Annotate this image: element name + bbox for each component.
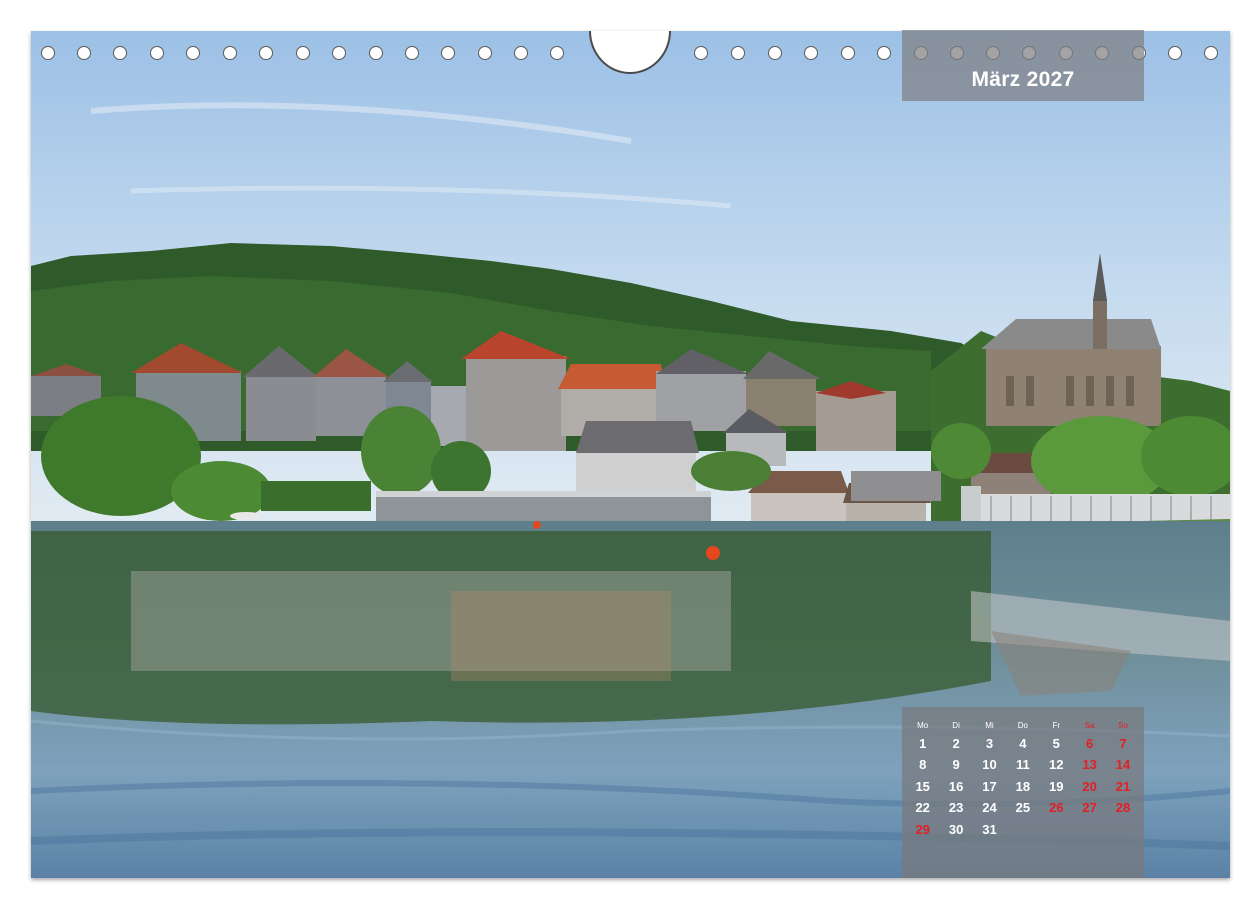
calendar-day: 24 <box>982 800 997 816</box>
binding-hole <box>731 46 745 60</box>
binding-hole <box>694 46 708 60</box>
binding-hole <box>296 46 310 60</box>
binding-hole <box>478 46 492 60</box>
calendar-day: 12 <box>1049 757 1064 773</box>
calendar-grid: Mo Di Mi Do Fr Sa So 1 2 3 4 5 6 7 8 9 10 11 12 13 14 15 16 17 1… <box>906 721 1140 840</box>
calendar-day: 16 <box>948 778 964 794</box>
calendar-day: 30 <box>948 821 964 837</box>
weekday-label: Mo <box>917 721 929 730</box>
calendar-day: 26 <box>1049 800 1064 816</box>
calendar-day: 20 <box>1082 778 1097 794</box>
calendar-day: 11 <box>1015 757 1030 773</box>
calendar-day: 31 <box>982 821 997 837</box>
calendar-day: 14 <box>1115 757 1131 773</box>
binding-hole <box>223 46 237 60</box>
calendar-empty-cell <box>1040 819 1073 840</box>
weekday-label: Do <box>1017 721 1028 730</box>
calendar-day: 5 <box>1052 736 1060 751</box>
calendar-day: 2 <box>952 736 960 751</box>
binding-hole <box>804 46 818 60</box>
calendar-day: 10 <box>982 757 997 773</box>
calendar-day: 8 <box>919 757 927 773</box>
binding-hole <box>369 46 383 60</box>
month-title: März 2027 <box>971 68 1075 91</box>
calendar-day: 15 <box>915 778 930 794</box>
binding-hole <box>405 46 419 60</box>
binding-hole <box>441 46 455 60</box>
binding-hole <box>841 46 855 60</box>
calendar-empty-cell <box>1106 819 1139 840</box>
calendar-day: 25 <box>1015 800 1031 816</box>
binding-hole <box>186 46 200 60</box>
calendar-day: 22 <box>915 800 930 816</box>
calendar-empty-cell <box>1006 819 1039 840</box>
calendar-day: 23 <box>948 800 964 816</box>
calendar-day: 19 <box>1049 778 1064 794</box>
calendar-day: 7 <box>1119 736 1127 751</box>
calendar-day: 1 <box>919 736 927 751</box>
weekday-label: Fr <box>1052 721 1061 730</box>
binding-hole <box>550 46 564 60</box>
calendar-day: 17 <box>982 778 997 794</box>
weekday-label: So <box>1118 721 1128 730</box>
month-header-panel: März 2027 <box>902 30 1144 101</box>
month-calendar-panel: Mo Di Mi Do Fr Sa So 1 2 3 4 5 6 7 8 9 10 11 12 13 14 15 16 17 1… <box>902 707 1144 878</box>
calendar-empty-cell <box>1073 819 1106 840</box>
binding-hole <box>768 46 782 60</box>
calendar-day: 4 <box>1019 736 1027 751</box>
calendar-day: 29 <box>915 821 930 837</box>
calendar-day: 21 <box>1115 778 1131 794</box>
binding-hole <box>332 46 346 60</box>
binding-hole <box>113 46 127 60</box>
binding-hole <box>150 46 164 60</box>
calendar-day: 6 <box>1086 736 1094 751</box>
binding-hole <box>877 46 891 60</box>
weekday-label: Mi <box>985 721 994 730</box>
weekday-label: Di <box>952 721 960 730</box>
weekday-label: Sa <box>1084 721 1095 730</box>
calendar-day: 18 <box>1015 778 1031 794</box>
calendar-day: 13 <box>1082 757 1097 773</box>
binding-hole <box>1204 46 1218 60</box>
binding-hole <box>1168 46 1182 60</box>
calendar-day: 9 <box>952 757 960 773</box>
calendar-day: 3 <box>985 736 994 751</box>
calendar-day: 27 <box>1082 800 1097 816</box>
binding-hole <box>259 46 273 60</box>
calendar-day: 28 <box>1115 800 1131 816</box>
binding-hole <box>77 46 91 60</box>
binding-hole <box>41 46 55 60</box>
binding-hole <box>514 46 528 60</box>
